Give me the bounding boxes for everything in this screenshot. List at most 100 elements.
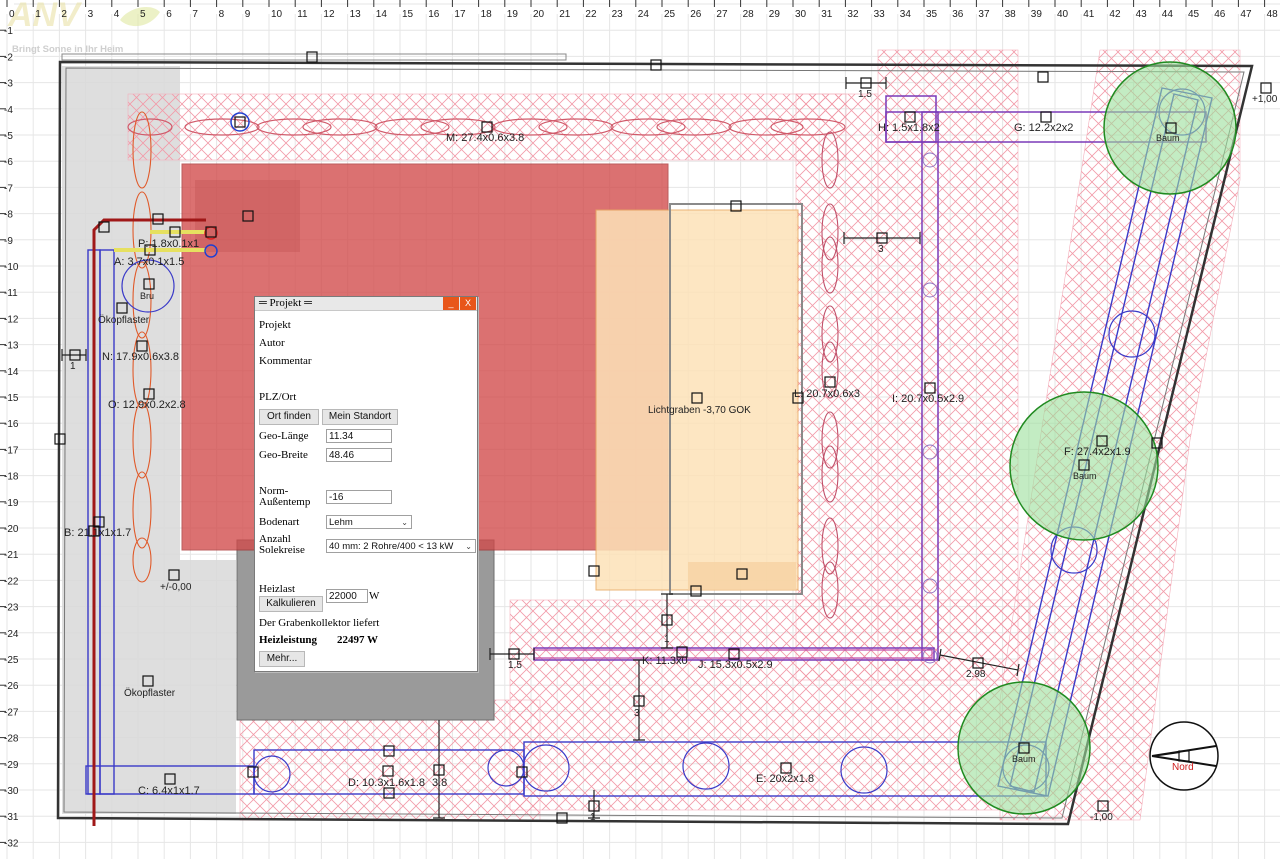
lichtgraben-area[interactable]: [595, 209, 799, 591]
close-button[interactable]: X: [460, 297, 476, 310]
label-d-depth: 3.8: [432, 777, 447, 789]
ruler-x-label: 34: [900, 9, 912, 20]
ruler-y-label: -28: [4, 734, 19, 745]
ruler-y-label: -14: [4, 367, 19, 378]
geo-breite-input[interactable]: 48.46: [326, 448, 392, 462]
ruler-x-label: 30: [795, 9, 807, 20]
ruler-x-label: 3: [88, 9, 94, 20]
ruler-x-label: 21: [559, 9, 571, 20]
north-compass[interactable]: [1149, 721, 1219, 791]
ruler-x-label: 16: [428, 9, 440, 20]
ruler-x-label: 44: [1162, 9, 1174, 20]
norm-label: Norm- Außentemp: [259, 486, 310, 508]
ruler-y-label: -23: [4, 603, 19, 614]
ruler-x-label: 45: [1188, 9, 1200, 20]
ruler-y-label: -6: [4, 157, 13, 168]
ruler-x-label: 0: [9, 9, 15, 20]
solekreise-select[interactable]: 40 mm: 2 Rohre/400 < 13 kW ⌄: [326, 539, 476, 553]
ruler-x-label: 1: [35, 9, 41, 20]
ruler-x-label: 40: [1057, 9, 1069, 20]
heizlast-input[interactable]: 22000: [326, 589, 368, 603]
ruler-vertical: -1 -2 -3 -4 -5 -6 -7 -8 -9 -10 -11 -12 -13 -14 -15 -16 -…: [0, 26, 19, 849]
label-dim-3a: 3: [878, 244, 884, 255]
ruler-x-label: 26: [690, 9, 702, 20]
dialog-titlebar[interactable]: ═ Projekt ═ _ X: [255, 297, 477, 311]
ruler-y-label: -24: [4, 629, 19, 640]
ort-finden-button[interactable]: Ort finden: [259, 409, 319, 425]
label-p: P: 1.8x0.1x1: [138, 238, 199, 250]
logo-tagline: Bringt Sonne in Ihr Heim: [12, 44, 123, 55]
label-minus-100: -1,00: [1090, 812, 1113, 823]
ruler-x-label: 7: [192, 9, 198, 20]
ruler-x-label: 22: [585, 9, 597, 20]
ruler-y-label: -20: [4, 524, 19, 535]
ruler-y-label: -8: [4, 210, 13, 221]
label-baum-2: Baum: [1156, 133, 1180, 143]
ruler-x-label: 10: [271, 9, 283, 20]
paved-area: [62, 66, 180, 814]
ruler-x-label: 12: [323, 9, 335, 20]
kalkulieren-button[interactable]: Kalkulieren: [259, 596, 323, 612]
norm-label-line-2: Außentemp: [259, 496, 311, 508]
ruler-x-label: 37: [978, 9, 990, 20]
handle-square[interactable]: [1037, 71, 1049, 83]
ruler-x-label: 35: [926, 9, 938, 20]
label-g: G: 12.2x2x2: [1014, 122, 1073, 134]
ruler-y-label: -22: [4, 576, 19, 587]
label-zero: +/-0,00: [160, 582, 192, 593]
ruler-y-label: -10: [4, 262, 19, 273]
label-b: B: 21.1x1x1.7: [64, 527, 131, 539]
anzahl-label-line-2: Solekreise: [259, 544, 305, 556]
handle-square[interactable]: [1260, 82, 1272, 94]
label-j: J: 15.3x0.5x2.9: [698, 659, 773, 671]
ruler-y-label: -32: [4, 838, 19, 849]
label-k: K: 11.3x0: [642, 655, 688, 667]
ruler-x-label: 14: [376, 9, 388, 20]
mein-standort-button[interactable]: Mein Standort: [322, 409, 398, 425]
handle-square[interactable]: [1040, 111, 1052, 123]
ruler-x-label: 41: [1083, 9, 1095, 20]
projekt-dialog[interactable]: ═ Projekt ═ _ X Projekt Autor Kommentar …: [254, 296, 478, 672]
label-i: I: 20.7x0.5x2.9: [892, 393, 964, 405]
bodenart-label: Bodenart: [259, 516, 300, 528]
ruler-y-label: -19: [4, 498, 19, 509]
svg-text:ANV: ANV: [7, 0, 83, 34]
ruler-y-label: -7: [4, 183, 13, 194]
bodenart-select[interactable]: Lehm ⌄: [326, 515, 412, 529]
label-baum-3: Baum: [1012, 754, 1036, 764]
ruler-x-label: 4: [114, 9, 120, 20]
ruler-x-label: 6: [166, 9, 172, 20]
house-sub-area: [195, 180, 300, 252]
geo-laenge-label: Geo-Länge: [259, 430, 309, 442]
label-n: N: 17.9x0.6x3.8: [102, 351, 179, 363]
ruler-x-label: 15: [402, 9, 414, 20]
paved-area-lower: [180, 560, 236, 814]
ruler-x-label: 11: [297, 9, 308, 20]
site-plan-canvas[interactable]: ANV Bringt Sonne in Ihr Heim 01234567891…: [0, 0, 1280, 859]
autor-label: Autor: [259, 337, 285, 349]
ruler-y-label: -21: [4, 550, 19, 561]
label-baum-1: Baum: [1073, 471, 1097, 481]
label-dim-3b: 3: [634, 708, 640, 719]
ruler-y-label: -5: [4, 131, 13, 142]
norm-aussentemp-input[interactable]: -16: [326, 490, 392, 504]
label-l: L: 20.7x0.6x3: [794, 388, 860, 400]
label-e: E: 20x2x1.8: [756, 773, 814, 785]
ruler-x-label: 17: [454, 9, 466, 20]
label-oekopflaster-1: Ökopflaster: [98, 314, 150, 326]
label-h: H: 1.5x1.8x2: [878, 122, 940, 134]
ruler-y-label: -16: [4, 419, 19, 430]
label-m: M: 27.4x0.6x3.8: [446, 132, 524, 144]
ruler-x-label: 18: [481, 9, 493, 20]
ruler-x-label: 39: [1031, 9, 1043, 20]
ruler-x-label: 33: [874, 9, 886, 20]
ruler-x-label: 43: [1136, 9, 1148, 20]
minimize-button[interactable]: _: [443, 297, 459, 310]
ruler-y-label: -30: [4, 786, 19, 797]
heizlast-unit: W: [369, 590, 380, 602]
geo-laenge-input[interactable]: 11.34: [326, 429, 392, 443]
label-c: C: 6.4x1x1.7: [138, 785, 200, 797]
mehr-button[interactable]: Mehr...: [259, 651, 305, 667]
ruler-x-label: 47: [1240, 9, 1252, 20]
ruler-y-label: -18: [4, 472, 19, 483]
